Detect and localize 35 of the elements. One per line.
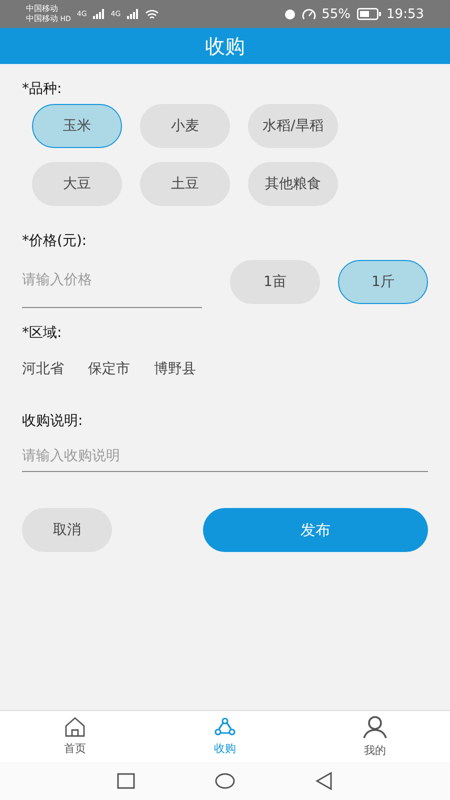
- speedometer-icon: [302, 8, 316, 20]
- network-icon: [214, 717, 236, 737]
- battery-icon: [356, 8, 381, 20]
- variety-label: *品种:: [22, 80, 63, 98]
- square-icon[interactable]: [117, 773, 135, 789]
- tab-item[interactable]: 我的: [300, 711, 450, 762]
- description-label: 收购说明:: [22, 412, 84, 430]
- price-input[interactable]: 请输入价格: [22, 256, 202, 308]
- region-value[interactable]: 河北省: [22, 360, 64, 378]
- cancel-button[interactable]: 取消: [22, 508, 112, 552]
- user-icon: [363, 715, 387, 739]
- signal-icon: [92, 9, 105, 19]
- tab-item[interactable]: 首页: [0, 711, 150, 762]
- circle-icon[interactable]: [215, 773, 235, 789]
- variety-option[interactable]: 小麦: [140, 104, 230, 148]
- variety-option[interactable]: 土豆: [140, 162, 230, 206]
- variety-option[interactable]: 玉米: [32, 104, 122, 148]
- region-label: *区域:: [22, 324, 63, 342]
- wifi-icon: [144, 8, 159, 20]
- variety-option[interactable]: 大豆: [32, 162, 122, 206]
- home-icon: [64, 717, 86, 737]
- variety-option[interactable]: 水稻/旱稻: [248, 104, 338, 148]
- unit-option[interactable]: 1亩: [230, 260, 320, 304]
- page-title: 收购: [205, 32, 245, 60]
- variety-option[interactable]: 其他粮食: [248, 162, 338, 206]
- battery-percent: 55%: [322, 6, 351, 22]
- carrier-label: 中国移动: [26, 4, 59, 14]
- unit-option[interactable]: 1斤: [338, 260, 428, 304]
- signal-icon: [126, 9, 139, 19]
- price-label: *价格(元):: [22, 232, 88, 250]
- description-input[interactable]: 请输入收购说明: [22, 444, 428, 472]
- region-value[interactable]: 博野县: [154, 360, 196, 378]
- region-value[interactable]: 保定市: [88, 360, 130, 378]
- clock-time: 19:53: [386, 6, 424, 22]
- back-icon[interactable]: [315, 772, 333, 790]
